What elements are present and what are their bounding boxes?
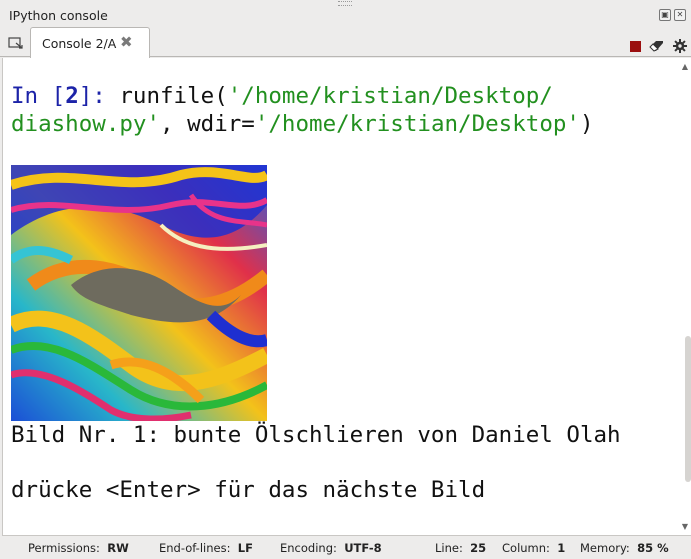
gear-icon[interactable]: [673, 39, 687, 53]
output-line-2: drücke <Enter> für das nächste Bild: [11, 477, 486, 503]
close-tab-icon[interactable]: ✖: [120, 33, 133, 51]
call-end: ): [579, 111, 594, 137]
status-eol: End-of-lines: LF: [159, 541, 253, 555]
scroll-up-arrow[interactable]: ▲: [682, 62, 688, 71]
console-tabbar: Console 2/A ✖: [0, 25, 691, 58]
wdir-separator: , wdir=: [160, 111, 255, 137]
path-string-part1: '/home/kristian/Desktop/: [227, 83, 553, 109]
wdir-string: '/home/kristian/Desktop': [254, 111, 580, 137]
input-line-2: diashow.py', wdir='/home/kristian/Deskto…: [11, 108, 594, 141]
prompt-close: ]:: [78, 83, 120, 109]
tab-label: Console 2/A: [42, 36, 117, 51]
stop-icon[interactable]: [630, 40, 641, 52]
status-permissions: Permissions: RW: [28, 541, 129, 555]
path-string-part2: diashow.py': [11, 111, 161, 137]
call-start: runfile(: [119, 83, 228, 109]
browse-tabs-icon[interactable]: [8, 36, 24, 50]
status-encoding: Encoding: UTF-8: [280, 541, 382, 555]
console-toolbar: [630, 39, 687, 53]
scroll-down-arrow[interactable]: ▼: [682, 522, 688, 531]
status-line: Line: 25: [435, 541, 487, 555]
scrollbar-thumb[interactable]: [685, 336, 691, 482]
oil-film-image: [11, 165, 267, 421]
window-buttons: ▣ ✕: [659, 9, 686, 21]
status-column: Column: 1: [502, 541, 566, 555]
console-output[interactable]: ▲ ▼ In [2]: runfile('/home/kristian/Desk…: [2, 58, 691, 536]
pane-title: IPython console: [9, 8, 108, 23]
status-bar: Permissions: RW End-of-lines: LF Encodin…: [0, 535, 691, 559]
undock-icon[interactable]: ▣: [659, 9, 671, 21]
dock-grip[interactable]: [338, 1, 352, 6]
close-pane-icon[interactable]: ✕: [674, 9, 686, 21]
output-line-1: Bild Nr. 1: bunte Ölschlieren von Daniel…: [11, 422, 621, 448]
tab-console-2a[interactable]: Console 2/A ✖: [30, 27, 150, 58]
prompt-number: 2: [65, 83, 79, 109]
status-memory: Memory: 85 %: [580, 541, 669, 555]
eraser-icon[interactable]: [649, 40, 665, 52]
prompt-in: In [: [11, 83, 66, 109]
